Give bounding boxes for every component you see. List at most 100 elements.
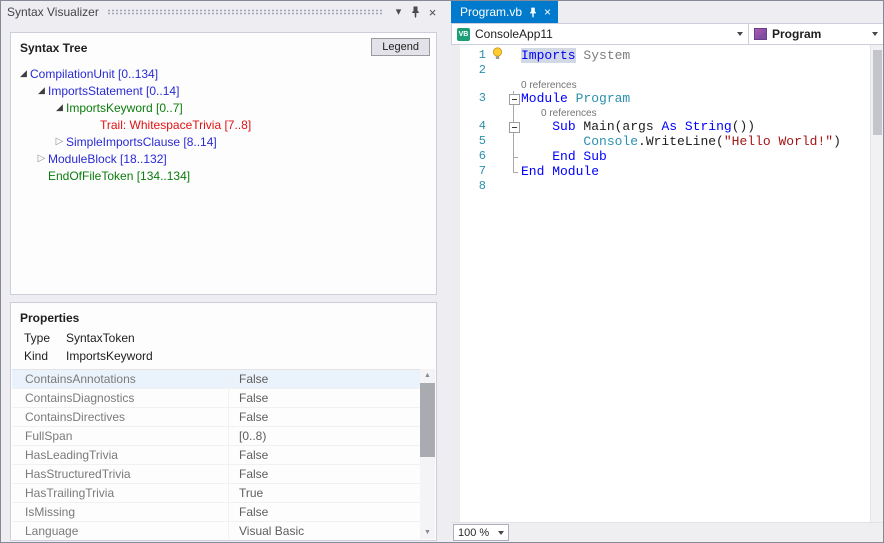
expander-icon[interactable]: ▷	[35, 150, 48, 167]
editor-group: Program.vb × VB ConsoleApp11 Program	[451, 1, 884, 542]
drag-grip[interactable]	[107, 9, 382, 15]
property-row[interactable]: ContainsDirectivesFalse	[12, 408, 420, 427]
scrollbar-thumb[interactable]	[873, 50, 882, 135]
code-line[interactable]: 1 Imports System	[451, 48, 870, 63]
pin-icon[interactable]	[529, 7, 537, 18]
vb-project-icon: VB	[457, 28, 470, 41]
property-value: False	[228, 465, 420, 483]
properties-header: Properties	[11, 303, 436, 325]
property-row[interactable]: FullSpan[0..8)	[12, 427, 420, 446]
code-text: End Sub	[521, 149, 607, 164]
project-dropdown[interactable]: VB ConsoleApp11	[452, 24, 749, 44]
properties-scrollbar[interactable]: ▲ ▼	[420, 369, 435, 539]
property-value: False	[228, 370, 420, 388]
tree-node-label: EndOfFileToken [134..134]	[48, 169, 190, 183]
type-value: SyntaxToken	[66, 331, 135, 345]
code-line[interactable]: 8	[451, 179, 870, 194]
tree-node-label: ImportsStatement [0..14]	[48, 84, 179, 98]
code-text: Sub Main(args As String())	[521, 119, 755, 134]
codelens-row[interactable]: 0 references	[451, 106, 870, 119]
property-row[interactable]: IsMissingFalse	[12, 503, 420, 522]
code-line[interactable]: 4 Sub Main(args As String())	[451, 119, 870, 134]
tree-node-importsstatement[interactable]: ◢ ImportsStatement [0..14]	[11, 82, 436, 99]
property-value: False	[228, 408, 420, 426]
horizontal-scrollbar[interactable]	[509, 523, 884, 542]
syntax-tree: ◢ CompilationUnit [0..134] ◢ ImportsStat…	[11, 65, 436, 184]
close-icon[interactable]: ×	[424, 4, 441, 20]
member-dropdown[interactable]: Program	[749, 24, 883, 44]
tree-node-endoffiletoken[interactable]: EndOfFileToken [134..134]	[11, 167, 436, 184]
property-row[interactable]: HasLeadingTriviaFalse	[12, 446, 420, 465]
code-line[interactable]: 2	[451, 63, 870, 78]
chevron-down-icon	[498, 531, 504, 535]
tab-program-vb[interactable]: Program.vb ×	[451, 1, 558, 23]
property-name: FullSpan	[12, 429, 228, 443]
codelens-references[interactable]: 0 references	[541, 108, 597, 119]
property-value: False	[228, 389, 420, 407]
code-line[interactable]: 7 End Module	[451, 164, 870, 179]
navigation-bar: VB ConsoleApp11 Program	[451, 23, 884, 45]
tree-node-whitespacetrivia[interactable]: Trail: WhitespaceTrivia [7..8]	[11, 116, 436, 133]
collapse-toggle-icon[interactable]	[509, 122, 520, 133]
line-number: 5	[460, 134, 487, 149]
editor-bottom-bar: 100 %	[451, 522, 884, 542]
expander-icon[interactable]: ▷	[53, 133, 66, 150]
scroll-down-icon[interactable]: ▼	[424, 526, 431, 539]
codelens-row[interactable]: 0 references	[451, 78, 870, 91]
close-icon[interactable]: ×	[544, 6, 551, 18]
property-value: False	[228, 503, 420, 521]
module-icon	[754, 28, 767, 40]
expander-icon[interactable]: ◢	[35, 82, 48, 99]
tree-node-label: ImportsKeyword [0..7]	[66, 101, 183, 115]
expander-icon[interactable]: ◢	[17, 65, 30, 82]
line-number: 7	[460, 164, 487, 179]
property-row[interactable]: HasTrailingTriviaTrue	[12, 484, 420, 503]
property-name: ContainsAnnotations	[12, 372, 228, 386]
lightbulb-icon[interactable]	[492, 47, 503, 64]
property-name: HasLeadingTrivia	[12, 448, 228, 462]
pin-icon[interactable]	[407, 4, 424, 20]
scrollbar-thumb[interactable]	[420, 383, 435, 457]
property-row[interactable]: ContainsAnnotationsFalse	[12, 370, 420, 389]
property-value: Visual Basic	[228, 522, 420, 539]
line-number: 4	[460, 119, 487, 134]
property-row[interactable]: ContainsDiagnosticsFalse	[12, 389, 420, 408]
properties-group: Properties Type SyntaxToken Kind Imports…	[10, 302, 437, 541]
line-number: 3	[460, 91, 487, 106]
scroll-up-icon[interactable]: ▲	[424, 369, 431, 382]
property-name: Language	[12, 524, 228, 538]
property-row[interactable]: HasStructuredTriviaFalse	[12, 465, 420, 484]
line-number: 8	[460, 179, 487, 194]
tree-node-label: CompilationUnit [0..134]	[30, 67, 158, 81]
property-kind-row: Kind ImportsKeyword	[11, 347, 436, 365]
toolwindow-titlebar[interactable]: Syntax Visualizer ▾ ×	[1, 1, 445, 23]
tab-title: Program.vb	[460, 5, 522, 19]
property-value: False	[228, 446, 420, 464]
code-line[interactable]: 5 Console.WriteLine("Hello World!")	[451, 134, 870, 149]
vertical-scrollbar[interactable]	[870, 45, 884, 522]
collapse-toggle-icon[interactable]	[509, 94, 520, 105]
window-menu-chevron-icon[interactable]: ▾	[390, 4, 407, 20]
code-line[interactable]: 3 Module Program	[451, 91, 870, 106]
property-row[interactable]: LanguageVisual Basic	[12, 522, 420, 539]
legend-button[interactable]: Legend	[371, 38, 430, 56]
tree-node-simpleimportsclause[interactable]: ▷ SimpleImportsClause [8..14]	[11, 133, 436, 150]
type-label: Type	[24, 331, 66, 345]
line-number: 2	[460, 63, 487, 78]
property-value: True	[228, 484, 420, 502]
property-name: IsMissing	[12, 505, 228, 519]
tree-node-compilationunit[interactable]: ◢ CompilationUnit [0..134]	[11, 65, 436, 82]
tree-node-moduleblock[interactable]: ▷ ModuleBlock [18..132]	[11, 150, 436, 167]
code-editor[interactable]: 1 Imports System 2 0 references 3 Module…	[451, 45, 870, 522]
code-line[interactable]: 6 End Sub	[451, 149, 870, 164]
property-name: HasStructuredTrivia	[12, 467, 228, 481]
member-name: Program	[772, 27, 821, 41]
zoom-control[interactable]: 100 %	[453, 524, 509, 541]
expander-icon[interactable]: ◢	[53, 99, 66, 116]
line-number: 6	[460, 149, 487, 164]
tree-node-label: SimpleImportsClause [8..14]	[66, 135, 217, 149]
tree-node-label: ModuleBlock [18..132]	[48, 152, 167, 166]
code-text: End Module	[521, 164, 599, 179]
tree-node-importskeyword[interactable]: ◢ ImportsKeyword [0..7]	[11, 99, 436, 116]
codelens-references[interactable]: 0 references	[521, 80, 577, 91]
